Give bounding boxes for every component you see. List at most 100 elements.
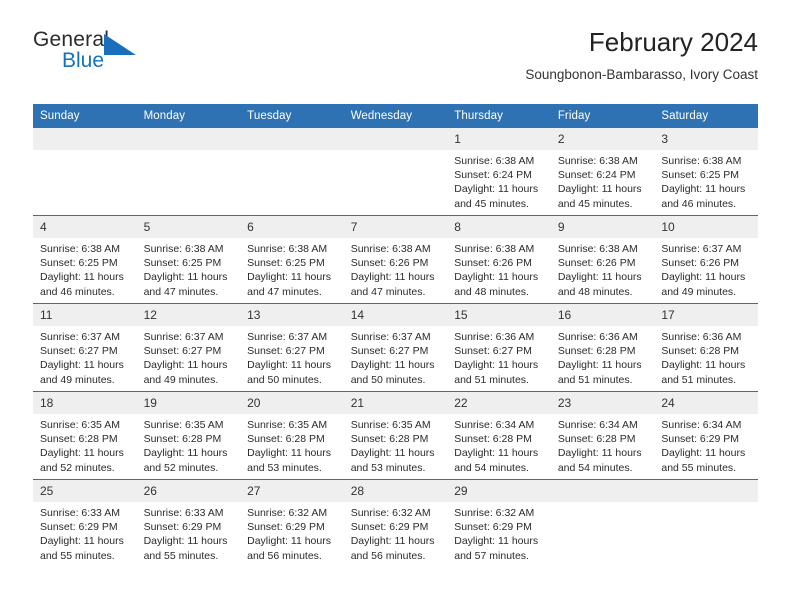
daylight-text-line1: Daylight: 11 hours (661, 183, 746, 196)
calendar-day-cell[interactable]: 19 Sunrise: 6:35 AM Sunset: 6:28 PM Dayligh… (136, 391, 241, 480)
calendar-day-cell[interactable]: 23 Sunrise: 6:34 AM Sunset: 6:28 PM Dayligh… (550, 391, 655, 480)
day-number: 11 (33, 304, 137, 326)
sunset-text: Sunset: 6:27 PM (143, 345, 222, 358)
daylight-text-line2: and 52 minutes. (40, 461, 115, 474)
day-number: 27 (240, 480, 344, 502)
calendar-day-cell[interactable]: 17 Sunrise: 6:36 AM Sunset: 6:28 PM Dayligh… (654, 303, 758, 392)
calendar-day-cell[interactable]: 25 Sunrise: 6:33 AM Sunset: 6:29 PM Dayligh… (33, 479, 137, 567)
day-details: Sunrise: 6:37 AM Sunset: 6:27 PM Daylight:… (137, 326, 241, 387)
calendar-day-cell[interactable]: 8 Sunrise: 6:38 AM Sunset: 6:26 PM Daylight… (447, 215, 551, 304)
calendar-day-cell[interactable]: 20 Sunrise: 6:35 AM Sunset: 6:28 PM Dayligh… (240, 391, 344, 480)
day-details: Sunrise: 6:36 AM Sunset: 6:28 PM Daylight:… (551, 326, 655, 387)
day-number: 14 (343, 304, 448, 326)
day-number: 2 (550, 128, 655, 150)
sunrise-text: Sunrise: 6:35 AM (143, 419, 224, 431)
sunrise-text: Sunrise: 6:32 AM (454, 507, 535, 519)
sunrise-text: Sunrise: 6:38 AM (247, 243, 328, 255)
calendar-day-cell[interactable]: 24 Sunrise: 6:34 AM Sunset: 6:29 PM Dayligh… (654, 391, 758, 480)
daylight-text-line2: and 53 minutes. (350, 461, 426, 474)
calendar-day-cell[interactable]: 10 Sunrise: 6:37 AM Sunset: 6:26 PM Dayligh… (654, 215, 758, 304)
calendar-day-cell[interactable]: 11 Sunrise: 6:37 AM Sunset: 6:27 PM Dayligh… (33, 303, 137, 392)
sunset-text: Sunset: 6:28 PM (557, 345, 636, 358)
day-number: 28 (343, 480, 448, 502)
sunset-text: Sunset: 6:28 PM (40, 433, 118, 446)
sunrise-text: Sunrise: 6:38 AM (557, 243, 638, 255)
daylight-text-line1: Daylight: 11 hours (557, 447, 642, 460)
daylight-text-line2: and 57 minutes. (454, 549, 529, 562)
day-number: 6 (240, 216, 344, 238)
day-number: 26 (136, 480, 241, 502)
sunrise-text: Sunrise: 6:36 AM (661, 331, 742, 343)
day-number: 5 (136, 216, 241, 238)
calendar-day-cell[interactable]: 27 Sunrise: 6:32 AM Sunset: 6:29 PM Dayligh… (240, 479, 344, 567)
daylight-text-line1: Daylight: 11 hours (143, 535, 228, 548)
day-number: 21 (343, 392, 448, 414)
daylight-text-line2: and 53 minutes. (247, 461, 322, 474)
daylight-text-line2: and 56 minutes. (350, 549, 426, 562)
calendar-day-cell[interactable]: 12 Sunrise: 6:37 AM Sunset: 6:27 PM Dayligh… (136, 303, 241, 392)
calendar-day-cell[interactable]: 6 Sunrise: 6:38 AM Sunset: 6:25 PM Daylight… (240, 215, 344, 304)
sunrise-text: Sunrise: 6:38 AM (40, 243, 120, 255)
calendar-week-row: 1 Sunrise: 6:38 AM Sunset: 6:24 PM Daylight… (33, 128, 758, 216)
sunrise-text: Sunrise: 6:35 AM (247, 419, 328, 431)
daylight-text-line1: Daylight: 11 hours (247, 271, 331, 284)
daylight-text-line2: and 55 minutes. (40, 549, 115, 562)
daylight-text-line1: Daylight: 11 hours (557, 359, 642, 372)
calendar-day-cell[interactable]: 2 Sunrise: 6:38 AM Sunset: 6:24 PM Daylight… (550, 128, 655, 216)
day-number: 4 (33, 216, 137, 238)
calendar-day-cell[interactable]: 26 Sunrise: 6:33 AM Sunset: 6:29 PM Dayligh… (136, 479, 241, 567)
calendar-day-cell[interactable]: 21 Sunrise: 6:35 AM Sunset: 6:28 PM Dayligh… (343, 391, 448, 480)
daylight-text-line2: and 46 minutes. (40, 285, 115, 298)
day-details: Sunrise: 6:33 AM Sunset: 6:29 PM Daylight:… (137, 502, 241, 563)
day-details: Sunrise: 6:36 AM Sunset: 6:28 PM Daylight:… (654, 326, 758, 387)
sunset-text: Sunset: 6:25 PM (143, 257, 222, 270)
calendar-day-cell-empty (33, 128, 137, 216)
calendar-day-cell[interactable]: 3 Sunrise: 6:38 AM Sunset: 6:25 PM Daylight… (654, 128, 758, 216)
day-details: Sunrise: 6:37 AM Sunset: 6:27 PM Daylight:… (344, 326, 448, 387)
calendar-day-cell[interactable]: 1 Sunrise: 6:38 AM Sunset: 6:24 PM Daylight… (447, 128, 551, 216)
day-number: 24 (654, 392, 758, 414)
day-number (33, 128, 137, 150)
day-number: 19 (136, 392, 241, 414)
daylight-text-line2: and 45 minutes. (557, 197, 633, 210)
calendar-day-cell[interactable]: 7 Sunrise: 6:38 AM Sunset: 6:26 PM Daylight… (343, 215, 448, 304)
calendar-table: Sunday Monday Tuesday Wednesday Thursday Frid… (33, 104, 758, 567)
sunrise-text: Sunrise: 6:37 AM (350, 331, 431, 343)
daylight-text-line1: Daylight: 11 hours (454, 535, 539, 548)
day-details: Sunrise: 6:34 AM Sunset: 6:29 PM Daylight:… (654, 414, 758, 475)
calendar-day-cell[interactable]: 9 Sunrise: 6:38 AM Sunset: 6:26 PM Daylight… (550, 215, 655, 304)
day-number (550, 480, 655, 502)
sunrise-text: Sunrise: 6:38 AM (143, 243, 224, 255)
sunrise-text: Sunrise: 6:35 AM (40, 419, 120, 431)
daylight-text-line2: and 47 minutes. (247, 285, 322, 298)
daylight-text-line2: and 47 minutes. (350, 285, 426, 298)
calendar-day-cell[interactable]: 28 Sunrise: 6:32 AM Sunset: 6:29 PM Dayligh… (343, 479, 448, 567)
sunset-text: Sunset: 6:25 PM (247, 257, 325, 270)
daylight-text-line2: and 47 minutes. (143, 285, 219, 298)
daylight-text-line1: Daylight: 11 hours (40, 535, 124, 548)
calendar-day-cell-empty (240, 128, 344, 216)
sunrise-text: Sunrise: 6:38 AM (350, 243, 431, 255)
calendar-day-cell[interactable]: 16 Sunrise: 6:36 AM Sunset: 6:28 PM Dayligh… (550, 303, 655, 392)
day-details: Sunrise: 6:38 AM Sunset: 6:25 PM Daylight:… (654, 150, 758, 211)
daylight-text-line1: Daylight: 11 hours (40, 271, 124, 284)
sunrise-text: Sunrise: 6:35 AM (350, 419, 431, 431)
daylight-text-line2: and 49 minutes. (661, 285, 737, 298)
day-number: 7 (343, 216, 448, 238)
day-number: 23 (550, 392, 655, 414)
calendar-day-cell[interactable]: 18 Sunrise: 6:35 AM Sunset: 6:28 PM Dayligh… (33, 391, 137, 480)
weekday-header-monday: Monday (136, 104, 241, 128)
calendar-day-cell[interactable]: 22 Sunrise: 6:34 AM Sunset: 6:28 PM Dayligh… (447, 391, 551, 480)
calendar-day-cell[interactable]: 15 Sunrise: 6:36 AM Sunset: 6:27 PM Dayligh… (447, 303, 551, 392)
calendar-day-cell[interactable]: 14 Sunrise: 6:37 AM Sunset: 6:27 PM Dayligh… (343, 303, 448, 392)
day-number (136, 128, 241, 150)
calendar-day-cell[interactable]: 13 Sunrise: 6:37 AM Sunset: 6:27 PM Dayligh… (240, 303, 344, 392)
calendar-day-cell[interactable]: 4 Sunrise: 6:38 AM Sunset: 6:25 PM Daylight… (33, 215, 137, 304)
sunrise-text: Sunrise: 6:38 AM (454, 155, 535, 167)
calendar-day-cell[interactable]: 5 Sunrise: 6:38 AM Sunset: 6:25 PM Daylight… (136, 215, 241, 304)
calendar-day-cell[interactable]: 29 Sunrise: 6:32 AM Sunset: 6:29 PM Dayligh… (447, 479, 551, 567)
day-number (240, 128, 344, 150)
sunrise-text: Sunrise: 6:32 AM (247, 507, 328, 519)
sunrise-text: Sunrise: 6:38 AM (557, 155, 638, 167)
calendar-day-cell-empty (654, 479, 758, 567)
